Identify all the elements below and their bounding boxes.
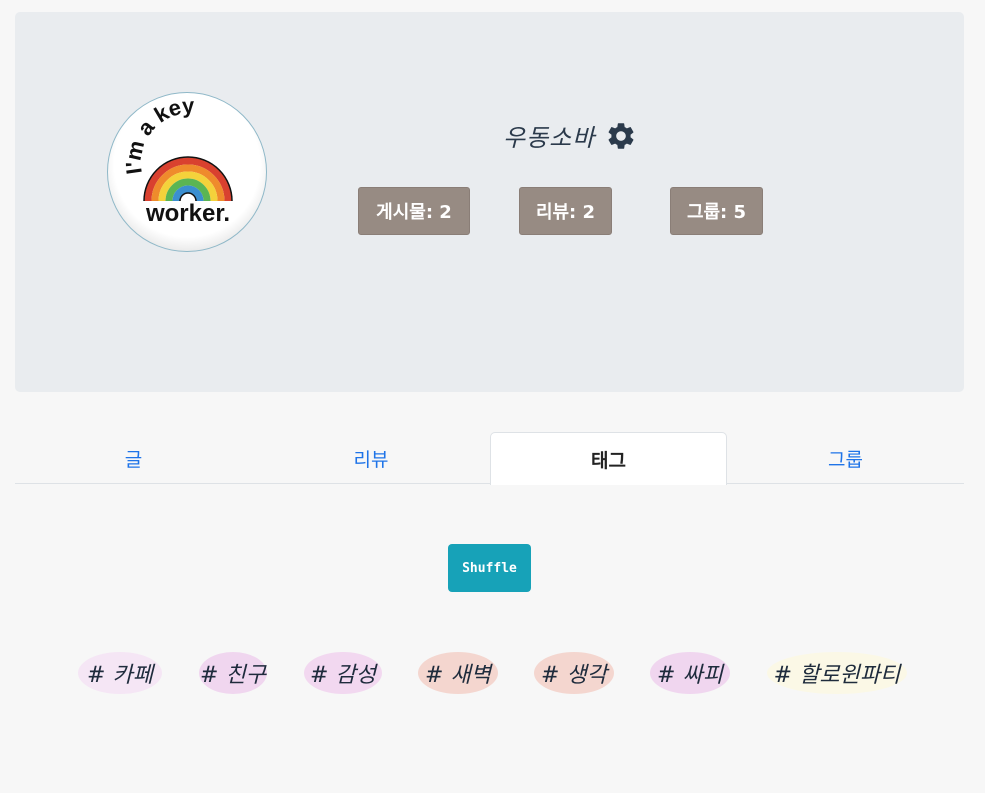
tag-chip[interactable]: # 생각: [534, 652, 614, 694]
profile-name-row: 우동소바: [503, 118, 637, 153]
tag-chip[interactable]: # 새벽: [418, 652, 498, 694]
stat-reviews: 리뷰: 2: [519, 187, 612, 235]
stat-posts: 게시물: 2: [358, 187, 470, 235]
tag-chip[interactable]: # 친구: [199, 652, 267, 694]
tab-posts[interactable]: 글: [15, 432, 252, 484]
rainbow-badge-icon: I'm a key worker.: [121, 93, 233, 227]
tab-groups[interactable]: 그룹: [727, 432, 964, 484]
profile-card: I'm a key worker. 우동소바 게시물: 2 리뷰: 2 그룹: …: [15, 12, 964, 392]
tag-chip[interactable]: # 감성: [304, 652, 382, 694]
tag-chip[interactable]: # 할로윈파티: [767, 652, 907, 694]
username: 우동소바: [503, 124, 596, 152]
tag-list: # 카페 # 친구 # 감성 # 새벽 # 생각 # 싸피 # 할로윈파티: [0, 648, 985, 698]
avatar: I'm a key worker.: [107, 92, 267, 252]
avatar-text-bottom: worker.: [145, 200, 230, 227]
stat-groups: 그룹: 5: [670, 187, 763, 235]
tag-chip[interactable]: # 싸피: [650, 652, 730, 694]
tab-reviews[interactable]: 리뷰: [252, 432, 490, 484]
profile-tabs: 글 리뷰 태그 그룹: [15, 432, 964, 485]
tab-tags[interactable]: 태그: [490, 432, 727, 485]
tag-chip[interactable]: # 카페: [78, 652, 162, 694]
shuffle-button[interactable]: Shuffle: [448, 544, 531, 592]
gear-icon[interactable]: [605, 120, 637, 152]
